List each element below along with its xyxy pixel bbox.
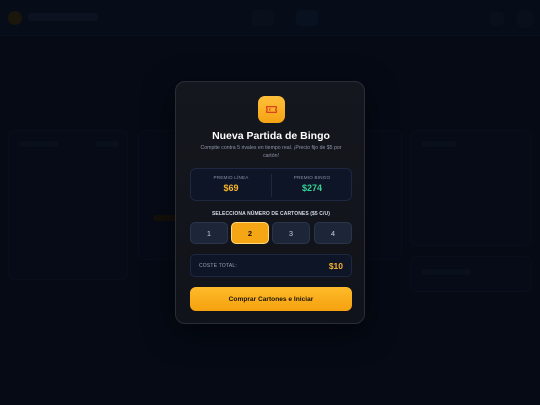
total-cost-label: COSTE TOTAL: — [199, 263, 237, 269]
prize-bingo-value: $274 — [301, 183, 323, 193]
prize-summary: PREMIO LÍNEA $69 PREMIO BINGO $274 — [190, 168, 352, 201]
buy-cards-button[interactable]: Comprar Cartones e Iniciar — [190, 287, 352, 311]
card-option-3[interactable]: 3 — [272, 222, 310, 244]
modal-subtitle: Compite contra 5 rivales en tiempo real.… — [200, 145, 342, 159]
prize-bingo: PREMIO BINGO $274 — [272, 175, 352, 193]
prize-line: PREMIO LÍNEA $69 — [191, 175, 271, 193]
card-count-label: SELECCIONA NÚMERO DE CARTONES ($5 C/U) — [212, 211, 330, 217]
card-option-2[interactable]: 2 — [231, 222, 269, 244]
prize-line-label: PREMIO LÍNEA — [213, 175, 249, 180]
ticket-badge — [258, 96, 285, 123]
total-cost-value: $10 — [328, 261, 343, 271]
prize-bingo-label: PREMIO BINGO — [293, 175, 331, 180]
modal-title: Nueva Partida de Bingo — [212, 130, 330, 142]
new-game-modal: Nueva Partida de Bingo Compite contra 5 … — [175, 81, 365, 324]
total-cost: COSTE TOTAL: $10 — [190, 254, 352, 277]
ticket-icon — [266, 106, 277, 113]
prize-line-value: $69 — [223, 183, 239, 193]
card-option-1[interactable]: 1 — [190, 222, 228, 244]
card-option-4[interactable]: 4 — [314, 222, 352, 244]
